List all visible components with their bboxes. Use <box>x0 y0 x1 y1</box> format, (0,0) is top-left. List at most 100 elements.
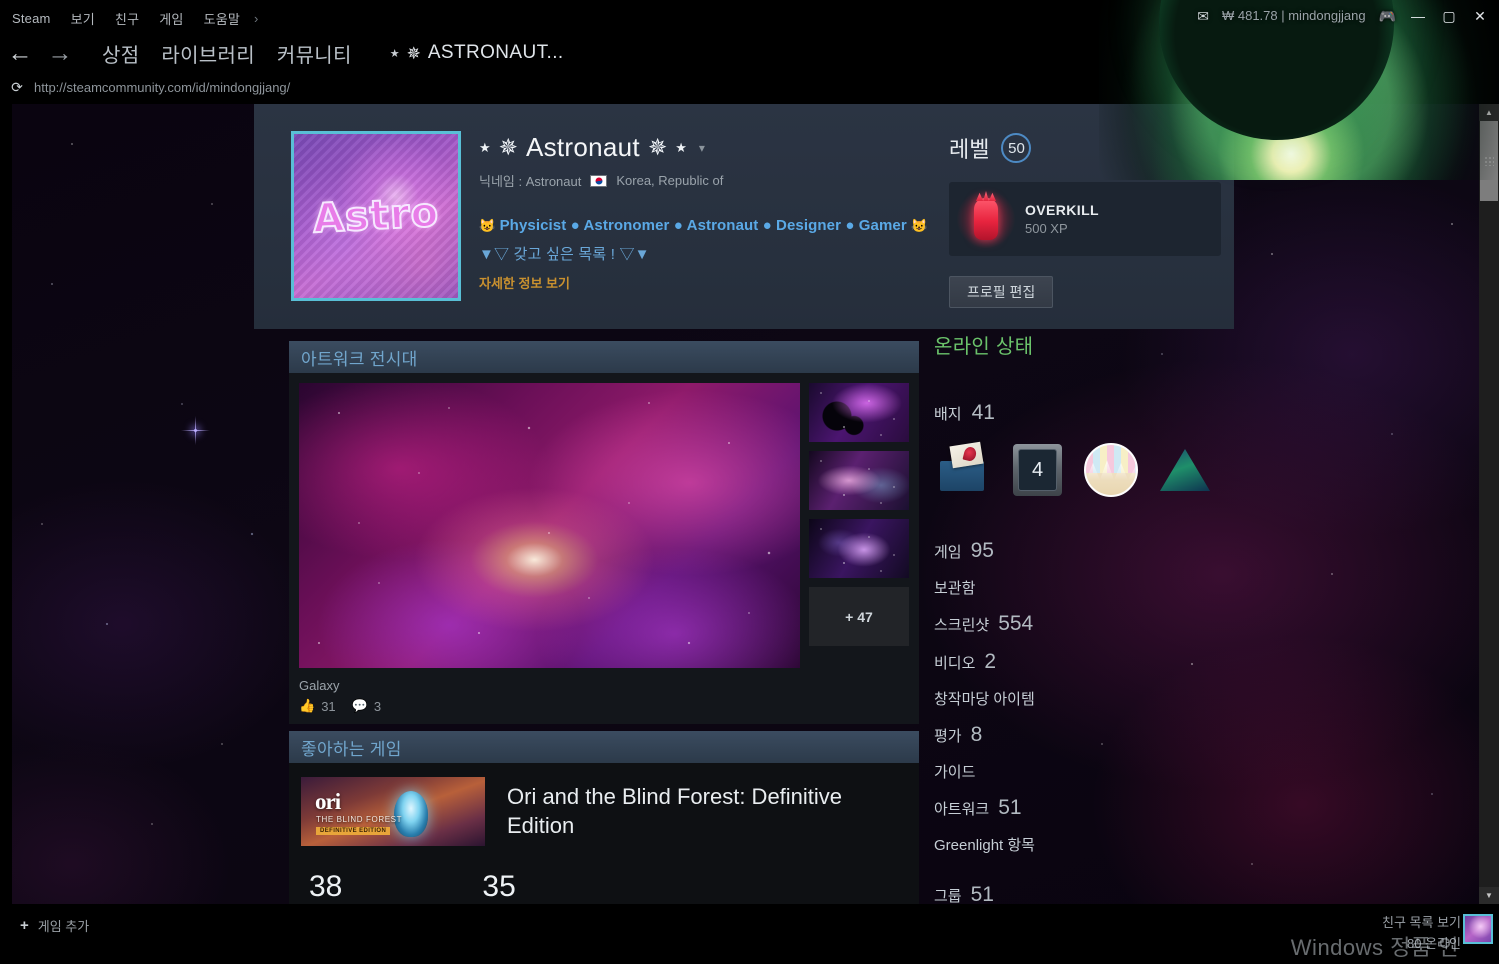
stat-row-videos[interactable]: 비디오 2 <box>934 650 1234 674</box>
menu-item-help[interactable]: 도움말 <box>204 9 240 28</box>
navigation-bar: ← → 상점 라이브러리 커뮤니티 ★ ✵ ASTRONAUT... <box>0 30 1499 76</box>
plus-icon: + <box>20 917 29 934</box>
triangle-badge-icon[interactable] <box>1156 441 1214 499</box>
monitor-badge-icon[interactable]: 4 <box>1008 441 1066 499</box>
cat-emoji-right-icon: 😺 <box>911 218 928 233</box>
title-bar: Steam 보기 친구 게임 도움말 › ✉ ₩ 481.78 | mindon… <box>0 0 1499 180</box>
artwork-thumbnail[interactable] <box>809 383 909 442</box>
stat-label: 아트워크 <box>934 801 990 818</box>
comment-icon: 💬 <box>351 698 368 713</box>
stat-label: 스크린샷 <box>934 617 990 634</box>
badges-count-row[interactable]: 배지 41 <box>934 401 1234 425</box>
forward-button[interactable]: → <box>40 40 80 66</box>
tab-label: ASTRONAUT... <box>427 42 564 63</box>
badge-meta: OVERKILL 500 XP <box>1025 202 1099 236</box>
close-button[interactable]: ✕ <box>1471 9 1489 23</box>
persona-star-right-icon: ★ <box>675 139 687 155</box>
badge-name: OVERKILL <box>1025 202 1099 218</box>
friends-list-label: 친구 목록 보기 <box>1382 915 1461 930</box>
friends-list-button[interactable]: 친구 목록 보기 80 온라인 <box>1382 912 1461 952</box>
persona-name-row: ★ ✵ Astronaut ✵ ★ ▾ <box>479 132 929 163</box>
artwork-main-image[interactable] <box>299 383 800 668</box>
add-game-label: 게임 추가 <box>37 919 90 934</box>
nav-link-community[interactable]: 커뮤니티 <box>277 39 352 68</box>
artwork-title: Galaxy <box>299 678 340 693</box>
artwork-more-count[interactable]: + 47 <box>809 587 909 646</box>
persona-dropdown-caret-icon[interactable]: ▾ <box>699 141 705 155</box>
maximize-button[interactable]: ▢ <box>1440 9 1458 23</box>
tab-astronaut-profile[interactable]: ★ ✵ ASTRONAUT... <box>390 42 564 64</box>
avatar[interactable]: Astro <box>291 131 461 301</box>
status-bar: + 게임 추가 친구 목록 보기 80 온라인 Windows 정품 인 <box>0 904 1499 964</box>
address-bar: ⟳ http://steamcommunity.com/id/mindongjj… <box>0 78 1499 97</box>
menu-item-steam[interactable]: Steam <box>12 11 51 26</box>
stat-value: 38 <box>309 870 343 903</box>
stat-label: Greenlight 항목 <box>934 837 1035 854</box>
scrollbar-thumb[interactable] <box>1480 121 1498 201</box>
scroll-down-arrow-icon[interactable]: ▼ <box>1479 887 1499 904</box>
scrollbar-track[interactable] <box>1479 121 1499 887</box>
nav-link-library[interactable]: 라이브러리 <box>161 39 255 68</box>
artwork-thumbnail[interactable] <box>809 519 909 578</box>
stat-row-games[interactable]: 게임 95 <box>934 539 1234 563</box>
artwork-thumbnail[interactable] <box>809 451 909 510</box>
menu-overflow-chevron-icon[interactable]: › <box>254 11 259 26</box>
badges-section: 배지 41 4 <box>934 401 1234 499</box>
more-info-link[interactable]: 자세한 정보 보기 <box>479 273 929 292</box>
menu-item-games[interactable]: 게임 <box>159 9 183 28</box>
featured-badge-card[interactable]: OVERKILL 500 XP <box>949 182 1221 256</box>
groups-value: 51 <box>970 883 994 904</box>
stat-row-reviews[interactable]: 평가 8 <box>934 723 1234 747</box>
menu-item-friends[interactable]: 친구 <box>115 9 139 28</box>
favorite-game-title[interactable]: Ori and the Blind Forest: Definitive Edi… <box>507 777 897 840</box>
nickname-label: 닉네임 : Astronaut <box>479 174 582 189</box>
stat-value: 51 <box>998 796 1022 819</box>
level-and-badge-column: 레벨 50 OVERKILL 500 XP 프로필 편집 <box>949 132 1229 308</box>
profile-right-column: 온라인 상태 배지 41 4 게임 95 보관함 스크린샷 554 비디오 2 … <box>934 330 1234 904</box>
scroll-up-arrow-icon[interactable]: ▲ <box>1479 104 1499 121</box>
artwork-showcase: 아트워크 전시대 + 47 Galaxy 👍 31 💬 3 <box>289 341 919 724</box>
minimize-button[interactable]: — <box>1409 9 1427 23</box>
add-game-button[interactable]: + 게임 추가 <box>20 916 89 935</box>
stat-label: 평가 <box>934 728 962 745</box>
game-capsule-image[interactable]: ori THE BLIND FOREST DEFINITIVE EDITION <box>301 777 485 846</box>
stat-row-screenshots[interactable]: 스크린샷 554 <box>934 612 1234 636</box>
favorite-game-showcase: 좋아하는 게임 ori THE BLIND FOREST DEFINITIVE … <box>289 731 919 904</box>
stat-label: 비디오 <box>934 655 976 672</box>
stat-row-artwork[interactable]: 아트워크 51 <box>934 796 1234 820</box>
favorite-game-stats: 38 플레이 시간 35 도전 과제 <box>301 846 907 904</box>
stat-row-inventory[interactable]: 보관함 <box>934 577 1234 598</box>
controller-icon[interactable]: 🎮 <box>1379 9 1396 23</box>
stat-row-guides[interactable]: 가이드 <box>934 761 1234 782</box>
stat-row-workshop-items[interactable]: 창작마당 아이템 <box>934 688 1234 709</box>
url-text[interactable]: http://steamcommunity.com/id/mindongjjan… <box>34 80 290 95</box>
favorite-game-row[interactable]: ori THE BLIND FOREST DEFINITIVE EDITION … <box>301 777 907 846</box>
overkill-bomb-icon <box>957 190 1015 248</box>
crystal-circle-badge-icon[interactable] <box>1082 441 1140 499</box>
nav-link-store[interactable]: 상점 <box>102 39 139 68</box>
titlebar-right-controls: ✉ ₩ 481.78 | mindongjjang 🎮 — ▢ ✕ <box>1197 8 1489 23</box>
stat-label: 가이드 <box>934 764 976 781</box>
user-avatar-thumbnail[interactable] <box>1463 914 1493 944</box>
vertical-scrollbar[interactable]: ▲ ▼ <box>1479 104 1499 904</box>
thumbs-up-icon: 👍 <box>299 698 316 713</box>
tab-sparkle-icon: ✵ <box>406 43 421 63</box>
stat-row-greenlight[interactable]: Greenlight 항목 <box>934 834 1234 855</box>
capsule-title-text: ori <box>315 789 341 814</box>
mail-icon[interactable]: ✉ <box>1197 9 1209 23</box>
wallet-balance-and-username[interactable]: ₩ 481.78 | mindongjjang <box>1222 8 1366 23</box>
application-menu-bar: Steam 보기 친구 게임 도움말 › <box>12 9 259 28</box>
cat-emoji-left-icon: 😺 <box>479 218 496 233</box>
reload-icon[interactable]: ⟳ <box>0 79 34 96</box>
badges-label: 배지 <box>934 406 962 423</box>
summary-roles-text: Physicist ● Astronomer ● Astronaut ● Des… <box>499 217 907 234</box>
stat-row-groups[interactable]: 그룹 51 <box>934 883 1234 904</box>
menu-item-view[interactable]: 보기 <box>71 9 95 28</box>
profile-header-panel: Astro ★ ✵ Astronaut ✵ ★ ▾ 닉네임 : Astronau… <box>254 104 1234 329</box>
stat-value: 554 <box>998 612 1034 635</box>
gift-badge-icon[interactable] <box>934 441 992 499</box>
back-button[interactable]: ← <box>0 40 40 66</box>
artwork-comment-stat[interactable]: 💬 3 <box>352 698 381 714</box>
artwork-like-stat[interactable]: 👍 31 <box>299 698 336 714</box>
edit-profile-button[interactable]: 프로필 편집 <box>949 276 1054 308</box>
